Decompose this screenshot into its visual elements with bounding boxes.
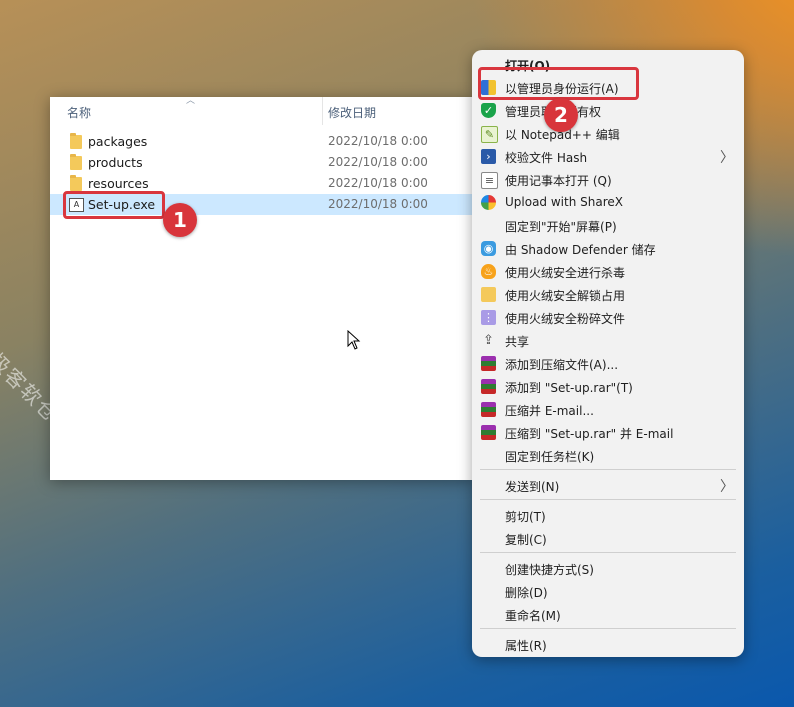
menu-item-label: 固定到"开始"屏幕(P) [505, 220, 617, 234]
menu-item-label: 复制(C) [505, 533, 547, 547]
menu-item-compress-setup-rar-email[interactable]: 压缩到 "Set-up.rar" 并 E-mail [472, 421, 744, 444]
menu-item-label: 属性(R) [505, 639, 547, 653]
folder-icon [70, 175, 82, 191]
sharex-icon [481, 195, 496, 210]
menu-item-compress-email[interactable]: 压缩并 E-mail... [472, 398, 744, 421]
menu-item-take-ownership[interactable]: ✓ 管理员取得所有权 [472, 99, 744, 122]
menu-item-share[interactable]: ⇪ 共享 [472, 329, 744, 352]
column-date-modified[interactable]: 修改日期 [328, 104, 376, 121]
shredder-icon: ⋮ [481, 310, 496, 325]
submenu-arrow-icon: 〉 [720, 150, 734, 166]
menu-item-pin-taskbar[interactable]: 固定到任务栏(K) [472, 444, 744, 467]
column-header: ︿ 名称 修改日期 [50, 96, 474, 125]
menu-item-label: 添加到 "Set-up.rar"(T) [505, 381, 633, 395]
menu-divider [480, 469, 736, 470]
highlight-box-run-as-admin [478, 67, 639, 100]
huorong-icon: ♨ [481, 264, 496, 279]
menu-item-label: Upload with ShareX [505, 195, 623, 209]
menu-item-label: 固定到任务栏(K) [505, 450, 595, 464]
menu-divider [480, 499, 736, 500]
menu-item-copy[interactable]: 复制(C) [472, 527, 744, 550]
menu-item-label: 由 Shadow Defender 储存 [505, 243, 656, 257]
menu-item-properties[interactable]: 属性(R) [472, 633, 744, 656]
file-name: products [88, 155, 143, 170]
menu-item-send-to[interactable]: 发送到(N) 〉 [472, 474, 744, 497]
green-shield-icon: ✓ [481, 103, 496, 118]
winrar-icon [481, 402, 496, 417]
winrar-icon [481, 379, 496, 394]
file-date: 2022/10/18 0:00 [328, 134, 428, 148]
menu-divider [480, 628, 736, 629]
file-explorer-window: ︿ 名称 修改日期 packages 2022/10/18 0:00 produ… [50, 96, 474, 480]
winrar-icon [481, 425, 496, 440]
menu-item-huorong-scan[interactable]: ♨ 使用火绒安全进行杀毒 [472, 260, 744, 283]
mouse-cursor-icon [347, 330, 361, 350]
menu-item-label: 共享 [505, 335, 530, 349]
column-name[interactable]: 名称 [67, 104, 91, 121]
step-badge-1: 1 [163, 203, 197, 237]
shadow-defender-icon: ◉ [481, 241, 496, 256]
file-date: 2022/10/18 0:00 [328, 197, 428, 211]
folder-icon [70, 133, 82, 149]
folder-icon [70, 154, 82, 170]
file-date: 2022/10/18 0:00 [328, 176, 428, 190]
menu-item-shadow-defender[interactable]: ◉ 由 Shadow Defender 储存 [472, 237, 744, 260]
menu-item-pin-start[interactable]: 固定到"开始"屏幕(P) [472, 214, 744, 237]
file-name: packages [88, 134, 148, 149]
menu-item-label: 剪切(T) [505, 510, 546, 524]
file-name: resources [88, 176, 149, 191]
folder-lock-icon [481, 287, 496, 302]
file-date: 2022/10/18 0:00 [328, 155, 428, 169]
menu-item-label: 添加到压缩文件(A)... [505, 358, 619, 372]
powershell-icon: › [481, 149, 496, 164]
menu-item-label: 创建快捷方式(S) [505, 563, 594, 577]
menu-item-label: 使用火绒安全进行杀毒 [505, 266, 626, 280]
menu-item-add-to-setup-rar[interactable]: 添加到 "Set-up.rar"(T) [472, 375, 744, 398]
notepadpp-icon: ✎ [481, 126, 498, 143]
menu-item-file-hash[interactable]: › 校验文件 Hash 〉 [472, 145, 744, 168]
step-badge-2: 2 [544, 98, 578, 132]
menu-item-cut[interactable]: 剪切(T) [472, 504, 744, 527]
menu-item-label: 删除(D) [505, 586, 548, 600]
submenu-arrow-icon: 〉 [720, 479, 734, 495]
menu-item-rename[interactable]: 重命名(M) [472, 603, 744, 626]
menu-item-label: 压缩到 "Set-up.rar" 并 E-mail [505, 427, 674, 441]
winrar-icon [481, 356, 496, 371]
menu-item-label: 使用记事本打开 (Q) [505, 174, 612, 188]
menu-item-delete[interactable]: 删除(D) [472, 580, 744, 603]
menu-item-huorong-shred[interactable]: ⋮ 使用火绒安全粉碎文件 [472, 306, 744, 329]
column-separator[interactable] [322, 97, 323, 125]
menu-item-notepadpp[interactable]: ✎ 以 Notepad++ 编辑 [472, 122, 744, 145]
menu-item-label: 使用火绒安全解锁占用 [505, 289, 626, 303]
menu-item-label: 发送到(N) [505, 480, 560, 494]
menu-item-sharex[interactable]: Upload with ShareX [472, 191, 744, 214]
menu-item-open-notepad[interactable]: ≡ 使用记事本打开 (Q) [472, 168, 744, 191]
context-menu: 打开(O) 以管理员身份运行(A) ✓ 管理员取得所有权 ✎ 以 Notepad… [472, 50, 744, 657]
menu-divider [480, 552, 736, 553]
notepad-icon: ≡ [481, 172, 498, 189]
menu-item-label: 使用火绒安全粉碎文件 [505, 312, 626, 326]
file-row-products[interactable]: products 2022/10/18 0:00 [50, 152, 474, 173]
share-icon: ⇪ [483, 333, 494, 348]
menu-item-huorong-unlock[interactable]: 使用火绒安全解锁占用 [472, 283, 744, 306]
file-row-packages[interactable]: packages 2022/10/18 0:00 [50, 131, 474, 152]
menu-item-label: 压缩并 E-mail... [505, 404, 594, 418]
sort-ascending-icon[interactable]: ︿ [186, 93, 195, 106]
menu-item-add-to-archive[interactable]: 添加到压缩文件(A)... [472, 352, 744, 375]
menu-item-label: 重命名(M) [505, 609, 561, 623]
menu-item-label: 校验文件 Hash [505, 151, 588, 165]
menu-item-create-shortcut[interactable]: 创建快捷方式(S) [472, 557, 744, 580]
highlight-box-setup-exe [63, 191, 165, 219]
